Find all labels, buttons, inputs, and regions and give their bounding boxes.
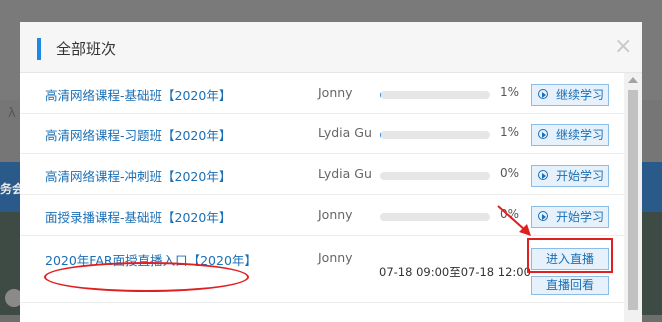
play-icon: [538, 89, 548, 99]
title-accent-bar: [37, 38, 41, 60]
progress-fill: [380, 131, 382, 139]
course-link[interactable]: 高清网络课程-基础班【2020年】: [45, 85, 231, 104]
button-label: 直播回看: [545, 278, 594, 292]
button-label: 开始学习: [556, 169, 605, 183]
progress-bar: [380, 213, 490, 221]
annotation-ellipse: [44, 262, 249, 292]
live-time: 07-18 09:00至07-18 12:00: [379, 265, 531, 279]
scrollbar-thumb[interactable]: [628, 90, 638, 310]
continue-study-button[interactable]: 继续学习: [531, 124, 609, 146]
play-icon: [538, 129, 548, 139]
course-link[interactable]: 面授录播课程-基础班【2020年】: [45, 207, 231, 226]
close-icon[interactable]: ×: [614, 36, 632, 58]
course-link[interactable]: 高清网络课程-冲刺班【2020年】: [45, 166, 231, 185]
annotation-highlight-box: [527, 238, 613, 273]
start-study-button[interactable]: 开始学习: [531, 206, 609, 228]
play-icon: [538, 211, 548, 221]
list-item: 高清网络课程-习题班【2020年】 Lydia Gu 1% 继续学习: [20, 114, 624, 154]
progress-bar: [380, 172, 490, 180]
progress-bar: [380, 91, 490, 99]
progress-percent: 1%: [500, 125, 520, 139]
annotation-arrow-icon: [497, 205, 531, 236]
course-link[interactable]: 高清网络课程-习题班【2020年】: [45, 125, 231, 144]
start-study-button[interactable]: 开始学习: [531, 165, 609, 187]
progress-fill: [380, 91, 382, 99]
teacher-name: Jonny: [318, 250, 353, 265]
teacher-name: Lydia Gu: [318, 125, 372, 140]
progress-percent: 0%: [500, 166, 520, 180]
teacher-name: Lydia Gu: [318, 166, 372, 181]
teacher-name: Jonny: [318, 85, 353, 100]
live-replay-button[interactable]: 直播回看: [531, 276, 609, 295]
list-item: 高清网络课程-冲刺班【2020年】 Lydia Gu 0% 开始学习: [20, 154, 624, 195]
teacher-name: Jonny: [318, 207, 353, 222]
all-classes-modal: 全部班次 × 高清网络课程-基础班【2020年】 Jonny 1% 继续学习 高…: [20, 22, 642, 322]
progress-bar: [380, 131, 490, 139]
scroll-up-arrow-icon[interactable]: [628, 77, 638, 83]
modal-header: 全部班次 ×: [20, 22, 642, 73]
button-label: 继续学习: [556, 128, 605, 142]
button-label: 继续学习: [556, 88, 605, 102]
modal-title: 全部班次: [56, 40, 117, 58]
progress-percent: 1%: [500, 85, 520, 99]
play-icon: [538, 170, 548, 180]
list-item: 高清网络课程-基础班【2020年】 Jonny 1% 继续学习: [20, 73, 624, 114]
backdrop-text: λ: [8, 106, 16, 121]
button-label: 开始学习: [556, 210, 605, 224]
continue-study-button[interactable]: 继续学习: [531, 84, 609, 106]
